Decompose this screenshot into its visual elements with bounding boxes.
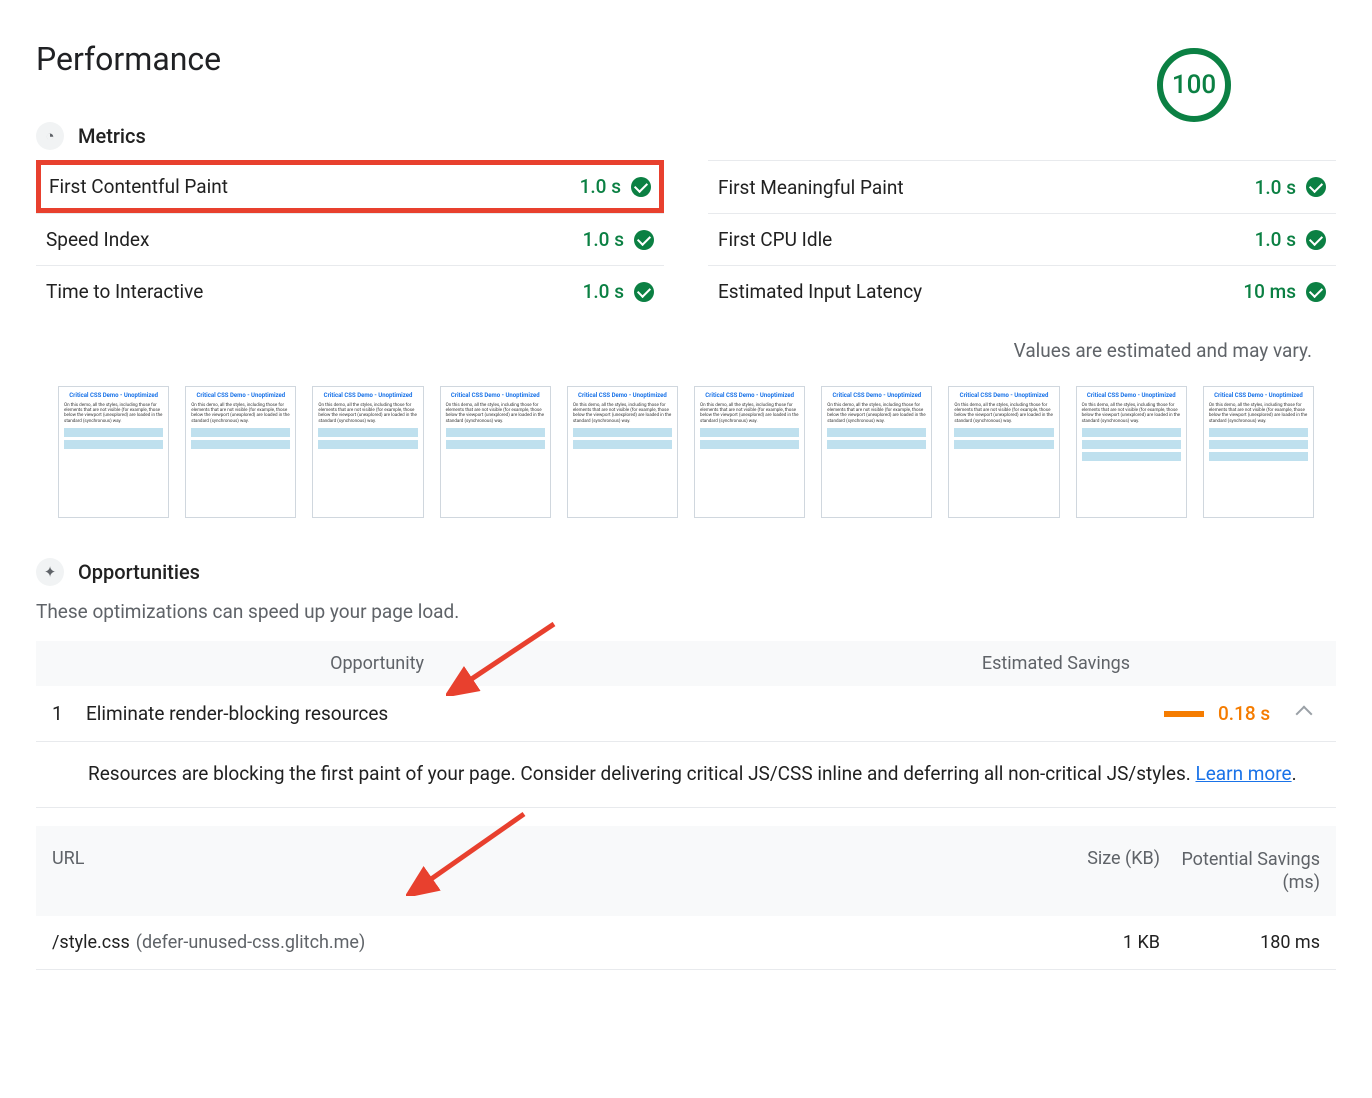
metric-row[interactable]: First CPU Idle 1.0 s	[708, 213, 1336, 265]
opportunity-index: 1	[46, 702, 86, 725]
filmstrip-frame: Critical CSS Demo - UnoptimizedOn this d…	[1203, 386, 1314, 518]
check-icon	[1306, 282, 1326, 302]
opportunity-detail: Resources are blocking the first paint o…	[36, 742, 1336, 808]
filmstrip: Critical CSS Demo - UnoptimizedOn this d…	[36, 386, 1336, 518]
metric-value: 1.0 s	[1255, 228, 1296, 251]
metric-name: First CPU Idle	[718, 228, 832, 251]
opportunities-header: Opportunity Estimated Savings	[36, 641, 1336, 686]
page-title: Performance	[36, 40, 221, 78]
metric-row[interactable]: Time to Interactive 1.0 s	[36, 265, 664, 317]
metric-name: Speed Index	[46, 228, 149, 251]
opportunities-section-title: Opportunities	[78, 560, 200, 584]
filmstrip-frame: Critical CSS Demo - UnoptimizedOn this d…	[948, 386, 1059, 518]
filmstrip-frame: Critical CSS Demo - UnoptimizedOn this d…	[567, 386, 678, 518]
check-icon	[634, 230, 654, 250]
stopwatch-icon: ◔	[36, 122, 64, 150]
check-icon	[631, 177, 651, 197]
check-icon	[1306, 230, 1326, 250]
potential-savings-column-header: Potential Savings (ms)	[1160, 848, 1320, 895]
metric-name: First Meaningful Paint	[718, 176, 904, 199]
performance-score-gauge: 100	[1157, 48, 1231, 122]
size-column-header: Size (KB)	[1030, 848, 1160, 895]
metric-value: 10 ms	[1243, 280, 1296, 303]
filmstrip-frame: Critical CSS Demo - UnoptimizedOn this d…	[821, 386, 932, 518]
metric-row[interactable]: First Meaningful Paint 1.0 s	[708, 160, 1336, 213]
metrics-disclaimer: Values are estimated and may vary.	[36, 339, 1336, 362]
resource-path: /style.css	[52, 932, 130, 953]
resources-list: /style.css (defer-unused-css.glitch.me) 1 …	[36, 916, 1336, 970]
chevron-up-icon[interactable]	[1296, 705, 1313, 722]
metric-value: 1.0 s	[580, 175, 621, 198]
savings-column-header: Estimated Savings	[424, 653, 1318, 674]
opportunity-row[interactable]: 1 Eliminate render-blocking resources 0.…	[36, 686, 1336, 742]
opportunities-description: These optimizations can speed up your pa…	[36, 600, 1336, 623]
metric-value: 1.0 s	[1255, 176, 1296, 199]
savings-bar	[1164, 711, 1204, 717]
metric-name: Time to Interactive	[46, 280, 203, 303]
resources-header: URL Size (KB) Potential Savings (ms)	[36, 826, 1336, 917]
metric-row[interactable]: Speed Index 1.0 s	[36, 213, 664, 265]
filmstrip-frame: Critical CSS Demo - UnoptimizedOn this d…	[1076, 386, 1187, 518]
filmstrip-frame: Critical CSS Demo - UnoptimizedOn this d…	[312, 386, 423, 518]
resource-host: (defer-unused-css.glitch.me)	[136, 932, 365, 953]
learn-more-link[interactable]: Learn more	[1195, 762, 1291, 785]
filmstrip-frame: Critical CSS Demo - UnoptimizedOn this d…	[440, 386, 551, 518]
metric-name: First Contentful Paint	[49, 175, 228, 198]
opportunity-savings: 0.18 s	[1218, 702, 1278, 725]
filmstrip-frame: Critical CSS Demo - UnoptimizedOn this d…	[694, 386, 805, 518]
filmstrip-frame: Critical CSS Demo - UnoptimizedOn this d…	[185, 386, 296, 518]
url-column-header: URL	[52, 848, 1030, 895]
resource-row[interactable]: /style.css (defer-unused-css.glitch.me) 1 …	[36, 916, 1336, 970]
opportunity-column-header: Opportunity	[54, 653, 424, 674]
metrics-grid: First Contentful Paint1.0 sFirst Meaning…	[36, 160, 1336, 317]
metric-row[interactable]: First Contentful Paint 1.0 s	[36, 160, 664, 213]
check-icon	[634, 282, 654, 302]
opportunities-icon: ✦	[36, 558, 64, 586]
metric-value: 1.0 s	[583, 280, 624, 303]
resource-savings: 180 ms	[1160, 932, 1320, 953]
metric-name: Estimated Input Latency	[718, 280, 922, 303]
filmstrip-frame: Critical CSS Demo - UnoptimizedOn this d…	[58, 386, 169, 518]
resource-size: 1 KB	[1030, 932, 1160, 953]
metric-value: 1.0 s	[583, 228, 624, 251]
metrics-section-title: Metrics	[78, 124, 146, 148]
metric-row[interactable]: Estimated Input Latency 10 ms	[708, 265, 1336, 317]
check-icon	[1306, 177, 1326, 197]
opportunity-title: Eliminate render-blocking resources	[86, 702, 606, 725]
